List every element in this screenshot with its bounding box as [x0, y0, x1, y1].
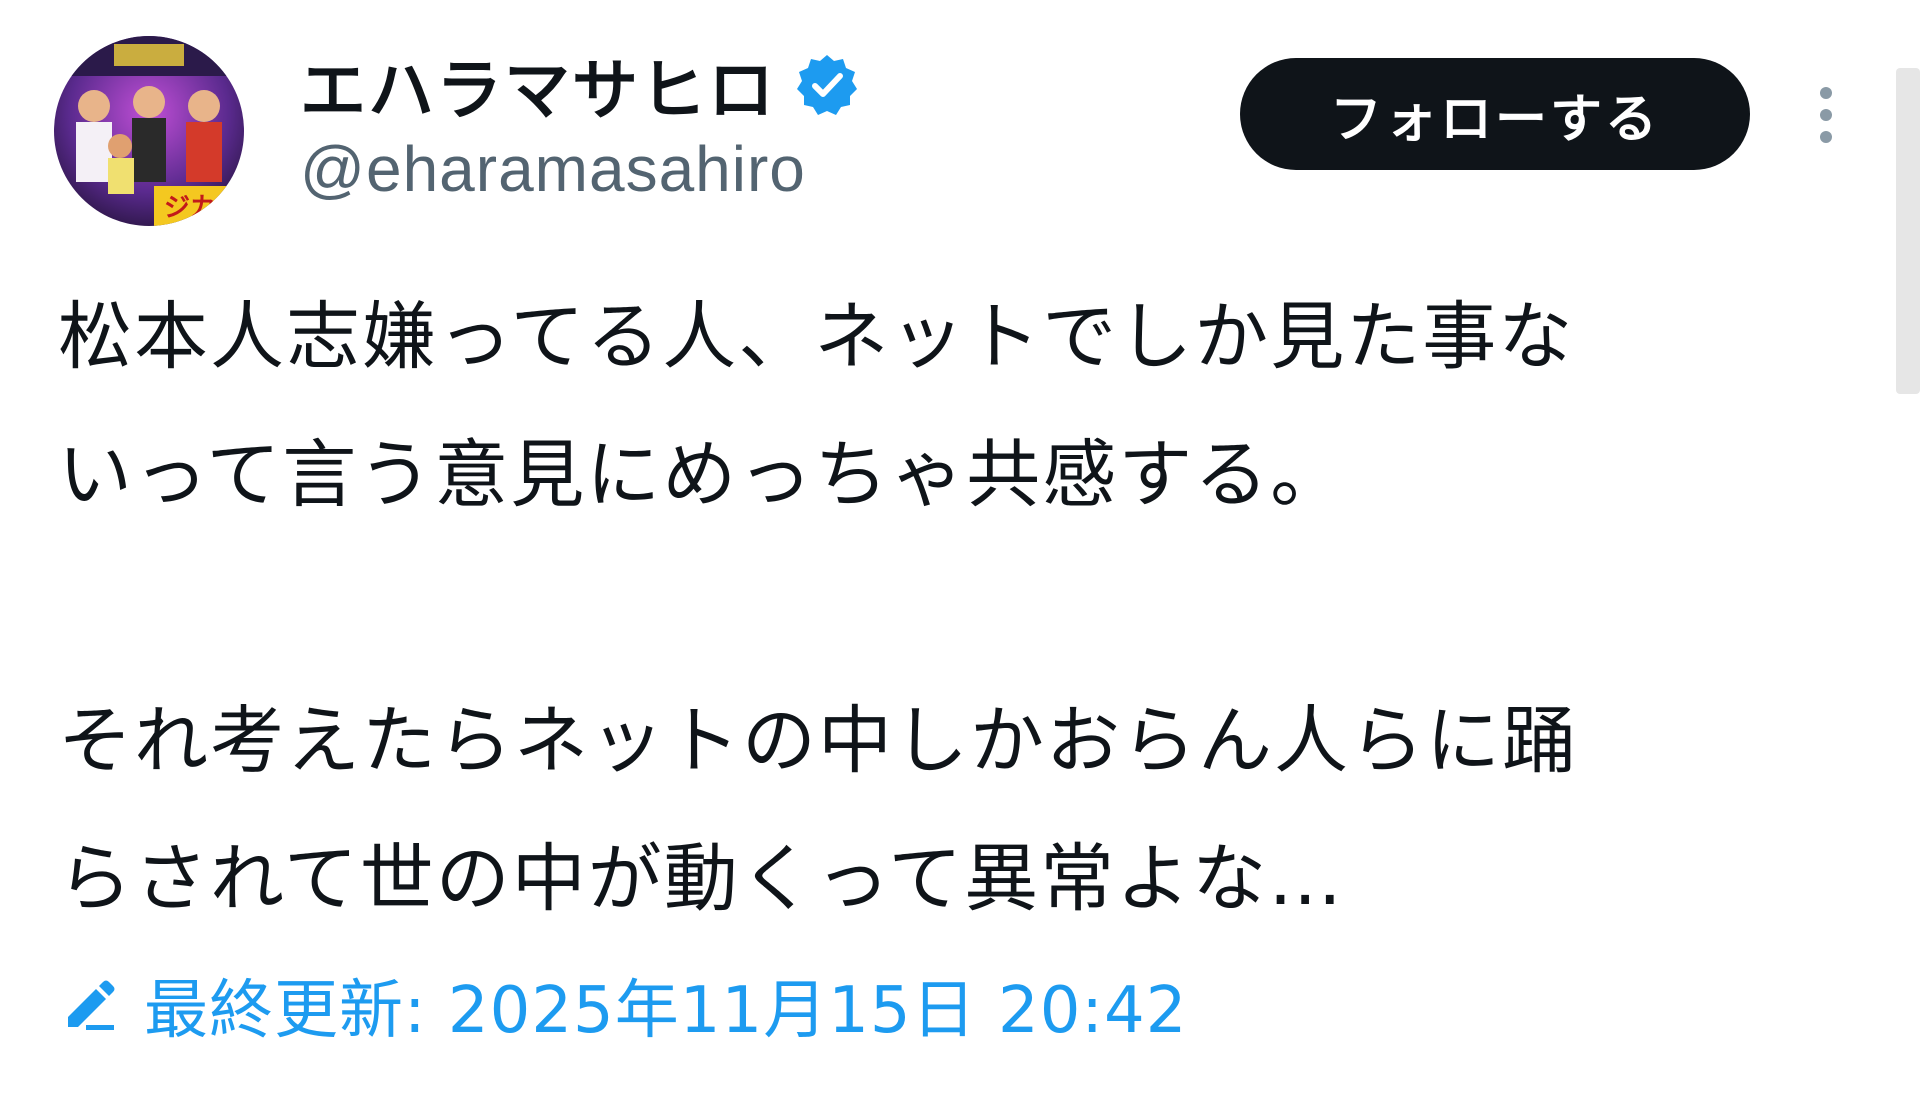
- tweet-text-line: らされて世の中が動くって異常よな…: [58, 836, 1345, 922]
- edited-timestamp: 最終更新: 2025年11月15日 20:42: [144, 974, 1188, 1048]
- tweet-text-line: それ考えたらネットの中しかおらん人らに踊: [58, 698, 1578, 784]
- follow-button[interactable]: フォローする: [1240, 58, 1750, 170]
- verified-badge-icon: [797, 55, 857, 115]
- svg-text:ジカ!: ジカ!: [164, 193, 228, 223]
- edit-history-link[interactable]: 最終更新: 2025年11月15日 20:42: [62, 960, 1187, 1050]
- tweet-text-line: いって言う意見にめっちゃ共感する。: [58, 432, 1347, 518]
- avatar-image: ジカ!: [54, 36, 244, 226]
- tweet-text-line: 松本人志嫌ってる人、ネットでしか見た事な: [58, 294, 1575, 380]
- more-vertical-icon[interactable]: [1814, 84, 1838, 146]
- user-handle[interactable]: @eharamasahiro: [300, 132, 806, 206]
- avatar[interactable]: ジカ!: [54, 36, 244, 226]
- display-name-text: エハラマサヒロ: [300, 52, 776, 129]
- pencil-icon: [68, 980, 115, 1030]
- scrollbar[interactable]: [1896, 68, 1920, 394]
- tweet-text: 松本人志嫌ってる人、ネットでしか見た事な いって言う意見にめっちゃ共感する。 そ…: [58, 268, 1858, 948]
- tweet-card: ジカ! エハラマサヒロ @eharamasahiro フォローする 松本人志嫌っ…: [0, 0, 1920, 1095]
- display-name[interactable]: エハラマサヒロ: [300, 40, 860, 130]
